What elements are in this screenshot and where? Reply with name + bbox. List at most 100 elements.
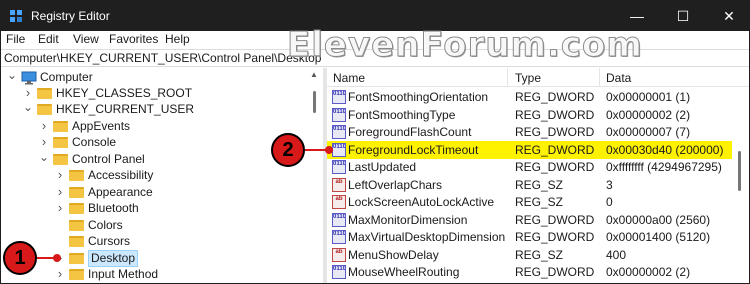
folder-icon bbox=[69, 253, 84, 264]
tree-item-colors[interactable]: Colors bbox=[1, 217, 306, 234]
folder-icon bbox=[37, 88, 52, 99]
menu-file[interactable]: File bbox=[6, 32, 25, 46]
tree-scroll-thumb[interactable] bbox=[313, 91, 316, 113]
value-type: REG_DWORD bbox=[515, 125, 595, 139]
reg-dword-icon: 0110 bbox=[332, 125, 346, 139]
column-divider[interactable] bbox=[599, 68, 600, 87]
tree-item-label: Control Panel bbox=[72, 152, 145, 166]
tree-item-computer[interactable]: ⌄ Computer bbox=[1, 69, 306, 86]
window-title: Registry Editor bbox=[31, 9, 110, 23]
column-header-name[interactable]: Name bbox=[333, 71, 365, 85]
value-name: MaxMonitorDimension bbox=[348, 212, 468, 227]
registry-value-row[interactable]: 0110 FontSmoothingOrientation REG_DWORD 0x0… bbox=[327, 88, 732, 106]
minimize-button[interactable]: — bbox=[615, 1, 659, 31]
reg-dword-icon: 0110 bbox=[332, 230, 346, 244]
registry-value-row[interactable]: 0110 ForegroundFlashCount REG_DWORD 0x00000… bbox=[327, 123, 732, 141]
registry-value-row[interactable]: 0110 ForegroundLockTimeout REG_DWORD 0x0003… bbox=[327, 140, 732, 159]
tree-item-hkey-current-user[interactable]: ⌄ HKEY_CURRENT_USER bbox=[1, 101, 306, 118]
column-header-type[interactable]: Type bbox=[515, 71, 541, 85]
address-path[interactable]: Computer\HKEY_CURRENT_USER\Control Panel… bbox=[4, 51, 321, 65]
menu-edit[interactable]: Edit bbox=[38, 32, 59, 46]
close-button[interactable]: ✕ bbox=[707, 1, 749, 31]
value-name: LastUpdated bbox=[348, 160, 417, 174]
scroll-up-arrow-icon[interactable]: ▲ bbox=[310, 70, 318, 79]
reg-sz-icon: ab bbox=[332, 195, 346, 209]
value-name: MouseWheelRouting bbox=[348, 265, 460, 279]
title-bar[interactable]: Registry Editor — ☐ ✕ bbox=[1, 1, 749, 31]
registry-value-row[interactable]: 0110 MaxVirtualDesktopDimension REG_DWORD 0… bbox=[327, 228, 732, 246]
tree-item-input-method[interactable]: › Input Method bbox=[1, 266, 306, 283]
value-name: MenuShowDelay bbox=[348, 247, 439, 262]
value-name: ForegroundLockTimeout bbox=[348, 142, 479, 157]
value-data: 0x00000002 (2) bbox=[606, 107, 691, 122]
value-name: MaxVirtualDesktopDimension bbox=[348, 230, 506, 244]
registry-value-row[interactable]: ab LeftOverlapChars REG_SZ 3 bbox=[327, 176, 732, 194]
callout-2-dot bbox=[325, 146, 333, 154]
chevron-down-icon[interactable]: ⌄ bbox=[23, 101, 33, 118]
chevron-right-icon[interactable]: › bbox=[55, 184, 65, 201]
tree-item-console[interactable]: › Console bbox=[1, 134, 306, 151]
callout-number-2: 2 bbox=[271, 133, 305, 167]
tree-item-label: AppEvents bbox=[72, 119, 131, 133]
tree-item-label: Computer bbox=[40, 70, 93, 84]
registry-value-row[interactable]: ab MenuShowDelay REG_SZ 400 bbox=[327, 246, 732, 264]
callout-number-1: 1 bbox=[3, 241, 37, 275]
chevron-right-icon[interactable]: › bbox=[55, 167, 65, 184]
tree-item-label: Console bbox=[72, 135, 117, 149]
tree-item-control-panel[interactable]: ⌄ Control Panel bbox=[1, 151, 306, 168]
list-header: Name Type Data bbox=[327, 68, 749, 87]
tree-item-bluetooth[interactable]: › Bluetooth bbox=[1, 200, 306, 217]
folder-icon bbox=[69, 203, 84, 214]
values-list-pane[interactable]: Name Type Data 0110 FontSmoothingOrientat… bbox=[327, 68, 749, 283]
tree-item-accessibility[interactable]: › Accessibility bbox=[1, 167, 306, 184]
column-divider[interactable] bbox=[507, 68, 508, 87]
maximize-button[interactable]: ☐ bbox=[661, 1, 705, 31]
value-data: 0x00001400 (5120) bbox=[606, 230, 711, 244]
tree-item-label: Appearance bbox=[88, 185, 153, 199]
folder-icon bbox=[69, 269, 84, 280]
address-bar[interactable]: Computer\HKEY_CURRENT_USER\Control Panel… bbox=[1, 49, 749, 67]
computer-icon bbox=[21, 71, 37, 85]
chevron-right-icon[interactable]: › bbox=[55, 266, 65, 283]
value-type: REG_SZ bbox=[515, 247, 564, 262]
list-scroll-thumb[interactable] bbox=[738, 151, 741, 191]
tree-item-label: Input Method bbox=[88, 267, 159, 281]
folder-icon bbox=[69, 187, 84, 198]
chevron-right-icon[interactable]: › bbox=[55, 200, 65, 217]
folder-icon bbox=[53, 154, 68, 165]
registry-value-row[interactable]: 0110 FontSmoothingType REG_DWORD 0x00000002… bbox=[327, 106, 732, 124]
chevron-down-icon[interactable]: ⌄ bbox=[39, 151, 49, 168]
column-header-data[interactable]: Data bbox=[606, 71, 631, 85]
value-data: 0x00000002 (2) bbox=[606, 265, 691, 279]
folder-icon bbox=[69, 170, 84, 181]
menu-favorites[interactable]: Favorites bbox=[109, 32, 158, 46]
folder-icon bbox=[53, 121, 68, 132]
tree-item-label: Accessibility bbox=[88, 168, 154, 182]
tree-item-cursors[interactable]: Cursors bbox=[1, 233, 306, 250]
value-name: ForegroundFlashCount bbox=[348, 125, 472, 139]
value-name: LeftOverlapChars bbox=[348, 177, 443, 192]
tree-item-hkey-classes-root[interactable]: › HKEY_CLASSES_ROOT bbox=[1, 85, 306, 102]
value-data: 0x00000a00 (2560) bbox=[606, 212, 711, 227]
reg-sz-icon: ab bbox=[332, 177, 346, 192]
tree-item-label: Colors bbox=[88, 218, 123, 232]
folder-icon bbox=[69, 236, 84, 247]
chevron-right-icon[interactable]: › bbox=[39, 118, 49, 135]
value-type: REG_DWORD bbox=[515, 160, 595, 174]
registry-editor-window: Registry Editor — ☐ ✕ File Edit View Fav… bbox=[0, 0, 750, 284]
menu-help[interactable]: Help bbox=[165, 32, 190, 46]
menu-view[interactable]: View bbox=[73, 32, 99, 46]
tree-item-appevents[interactable]: › AppEvents bbox=[1, 118, 306, 135]
tree-item-label: HKEY_CURRENT_USER bbox=[56, 102, 195, 116]
registry-value-row[interactable]: 0110 MaxMonitorDimension REG_DWORD 0x00000a… bbox=[327, 211, 732, 229]
key-tree-pane[interactable]: ⌄ Computer › HKEY_CLASSES_ROOT ⌄ HKEY_CURRENT… bbox=[1, 68, 323, 283]
chevron-down-icon[interactable]: ⌄ bbox=[7, 69, 17, 86]
registry-value-row[interactable]: 0110 LastUpdated REG_DWORD 0xffffffff (4294… bbox=[327, 158, 732, 176]
chevron-right-icon[interactable]: › bbox=[39, 134, 49, 151]
registry-value-row[interactable]: ab LockScreenAutoLockActive REG_SZ 0 bbox=[327, 193, 732, 211]
tree-item-label: Cursors bbox=[88, 234, 131, 248]
tree-item-appearance[interactable]: › Appearance bbox=[1, 184, 306, 201]
reg-dword-icon: 0110 bbox=[332, 212, 346, 227]
value-type: REG_SZ bbox=[515, 177, 564, 192]
registry-value-row[interactable]: 0110 MouseWheelRouting REG_DWORD 0x00000002… bbox=[327, 263, 732, 281]
